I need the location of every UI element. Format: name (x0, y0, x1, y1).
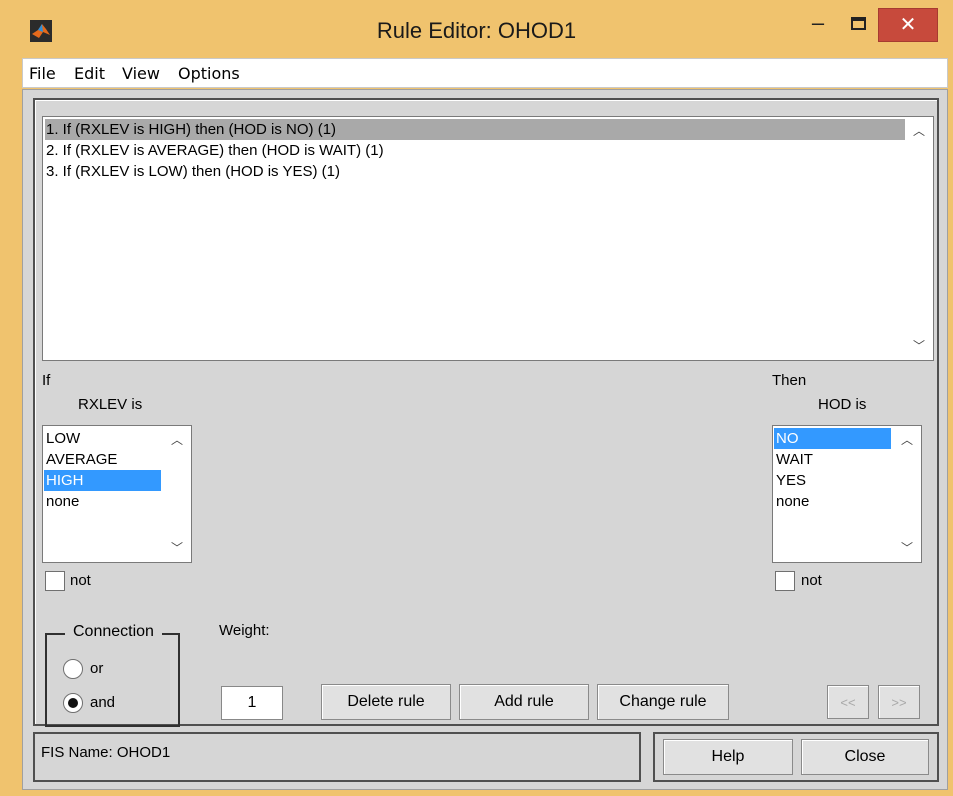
if-not-label: not (70, 572, 91, 589)
scroll-up-icon[interactable]: ︿ (905, 119, 933, 143)
radio-selected-dot (68, 698, 78, 708)
client-area: 1. If (RXLEV is HIGH) then (HOD is NO) (… (22, 89, 948, 790)
menu-edit[interactable]: Edit (74, 64, 105, 83)
maximize-button[interactable] (840, 8, 876, 42)
menu-file[interactable]: File (29, 64, 56, 83)
list-item[interactable]: HIGH (44, 470, 161, 491)
then-not-checkbox[interactable] (775, 571, 795, 591)
list-item[interactable]: none (774, 491, 891, 512)
or-label: or (90, 660, 104, 677)
and-label: and (90, 694, 116, 711)
if-label: If (42, 372, 51, 389)
then-label: Then (772, 372, 807, 389)
menu-options[interactable]: Options (178, 64, 240, 83)
minimize-button[interactable]: – (800, 8, 836, 42)
rule-item[interactable]: 3. If (RXLEV is LOW) then (HOD is YES) (… (45, 161, 340, 182)
add-rule-button[interactable]: Add rule (459, 684, 589, 720)
scroll-down-icon[interactable]: ﹀ (163, 536, 191, 560)
scroll-down-icon[interactable]: ﹀ (905, 334, 933, 358)
close-icon: ✕ (899, 14, 917, 36)
title-bar: Rule Editor: OHOD1 – ✕ (0, 0, 953, 60)
rules-scrollbar[interactable]: ︿ ﹀ (905, 117, 933, 360)
output-variable-label: HOD is (818, 396, 867, 413)
if-not-checkbox[interactable] (45, 571, 65, 591)
scroll-up-icon[interactable]: ︿ (163, 428, 191, 452)
output-list-scrollbar[interactable]: ︿ ﹀ (893, 426, 921, 562)
list-item[interactable]: YES (774, 470, 891, 491)
then-not-label: not (801, 572, 822, 589)
scroll-down-icon[interactable]: ﹀ (893, 536, 921, 560)
list-item[interactable]: AVERAGE (44, 449, 161, 470)
change-rule-button[interactable]: Change rule (597, 684, 729, 720)
connection-label: Connection (65, 623, 162, 641)
next-button[interactable]: >> (878, 685, 920, 719)
menu-view[interactable]: View (122, 64, 160, 83)
rule-item[interactable]: 1. If (RXLEV is HIGH) then (HOD is NO) (… (45, 119, 907, 140)
connection-group: Connection or and (45, 623, 180, 727)
close-window-button[interactable]: ✕ (878, 8, 938, 42)
and-radio[interactable] (63, 693, 83, 713)
close-button[interactable]: Close (801, 739, 929, 775)
help-button[interactable]: Help (663, 739, 793, 775)
list-item[interactable]: NO (774, 428, 891, 449)
output-mf-listbox[interactable]: NO WAIT YES none ︿ ﹀ (772, 425, 922, 563)
status-bar: FIS Name: OHOD1 (33, 732, 641, 782)
list-item[interactable]: WAIT (774, 449, 891, 470)
weight-label: Weight: (219, 622, 270, 639)
rule-item[interactable]: 2. If (RXLEV is AVERAGE) then (HOD is WA… (45, 140, 384, 161)
menu-bar: File Edit View Options (22, 58, 948, 88)
list-item[interactable]: LOW (44, 428, 161, 449)
input-mf-listbox[interactable]: LOW AVERAGE HIGH none ︿ ﹀ (42, 425, 192, 563)
rule-panel: 1. If (RXLEV is HIGH) then (HOD is NO) (… (33, 98, 939, 727)
maximize-icon (850, 17, 866, 30)
rules-listbox[interactable]: 1. If (RXLEV is HIGH) then (HOD is NO) (… (42, 116, 934, 361)
input-variable-label: RXLEV is (78, 396, 143, 413)
weight-input[interactable]: 1 (221, 686, 283, 720)
scroll-up-icon[interactable]: ︿ (893, 428, 921, 452)
delete-rule-button[interactable]: Delete rule (321, 684, 451, 720)
previous-button[interactable]: << (827, 685, 869, 719)
dialog-button-group: Help Close (653, 732, 939, 782)
list-item[interactable]: none (44, 491, 161, 512)
or-radio[interactable] (63, 659, 83, 679)
input-list-scrollbar[interactable]: ︿ ﹀ (163, 426, 191, 562)
status-text: FIS Name: OHOD1 (41, 744, 171, 761)
